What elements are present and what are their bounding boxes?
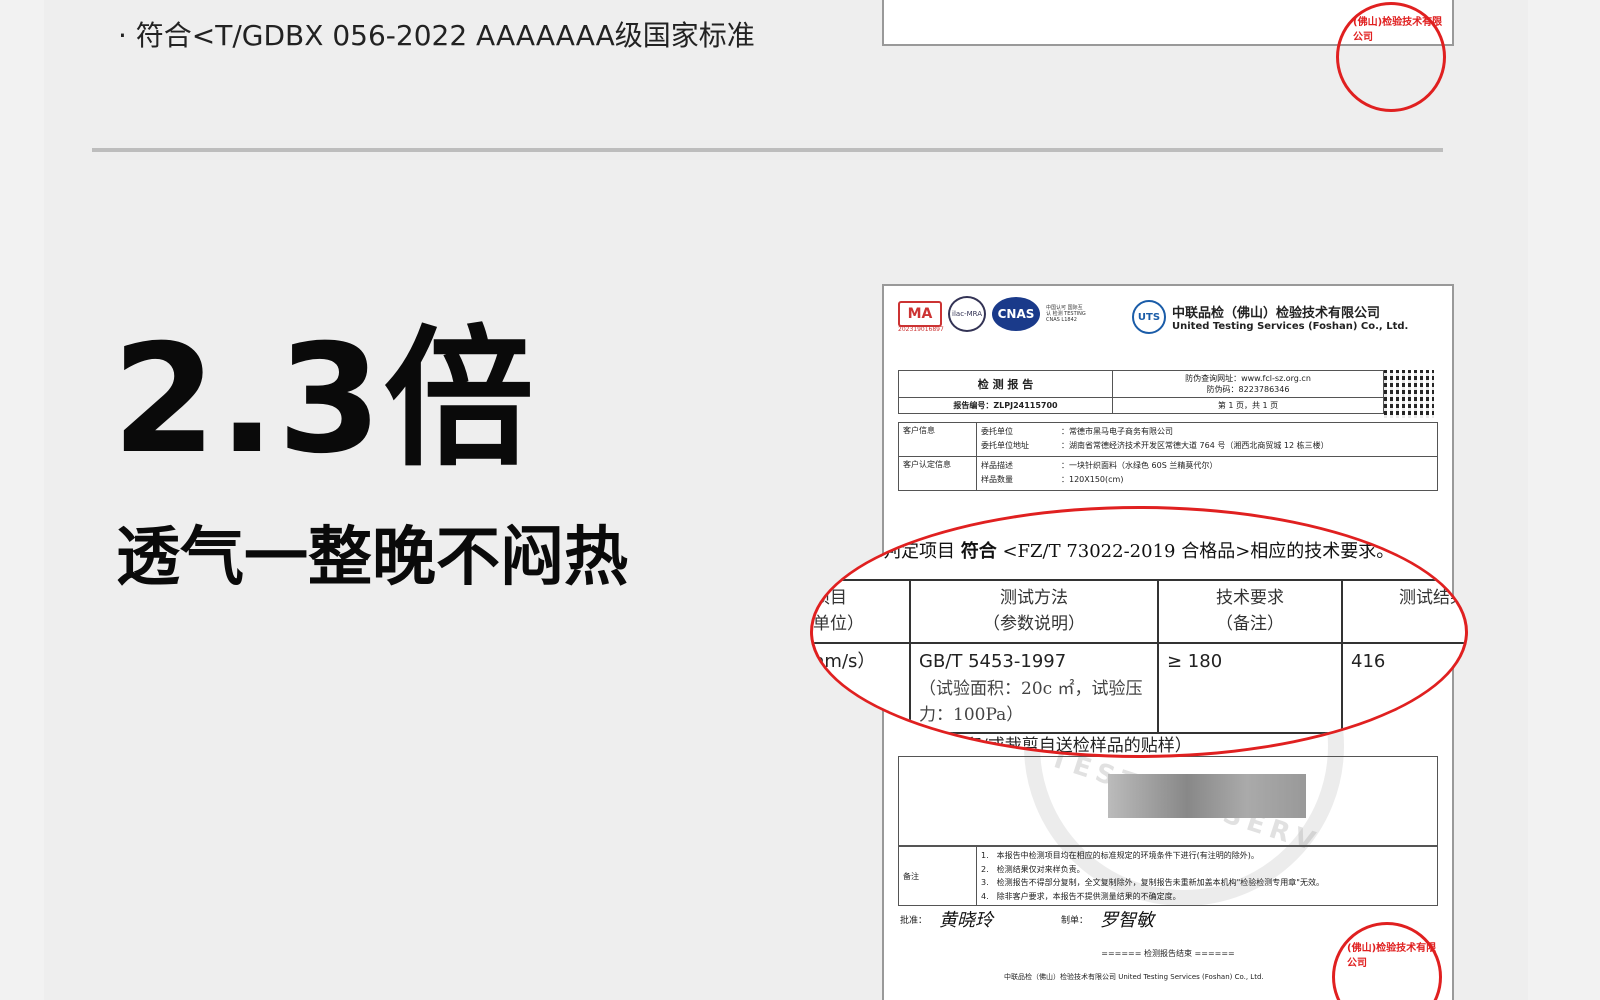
col-item: 项目 (813, 588, 847, 608)
report-footer: 中联品检（佛山）检验技术有限公司 United Testing Services… (1004, 973, 1264, 981)
client-unit: ：常德市黑马电子商务有限公司 (1061, 427, 1173, 436)
stamp-icon: (佛山)检验技术有限公司 (1336, 2, 1446, 112)
signatures: 批准： 黄晓玲 制单： 罗智敏 (900, 906, 1154, 932)
sample-photo (1108, 774, 1306, 818)
section-divider (92, 148, 1443, 152)
headline: 2.3倍 (112, 313, 536, 487)
notes-label: 备注 (899, 847, 977, 906)
page-info: 第 1 页，共 1 页 (1112, 397, 1384, 415)
col-method: 测试方法 (1000, 588, 1068, 608)
verify-code: 防伪码：8223786346 (1206, 385, 1290, 395)
company-header: UTS 中联品检（佛山）检验技术有限公司 United Testing Serv… (1132, 300, 1408, 334)
col-result: 测试结果 (1399, 588, 1467, 608)
sample-qty-label: 样品数量 (981, 475, 1013, 485)
zoom-result-table: 项目 单位） 测试方法 （参数说明） 技术要求 （备注） 测试结果 nm/s） … (813, 579, 1467, 735)
sample-desc-label: 样品描述 (981, 460, 1013, 470)
col-method-note: （参数说明） (983, 614, 1085, 635)
cma-number: 202319016897 (898, 326, 944, 333)
report-title: 检 测 报 告 (898, 369, 1113, 399)
client-addr: ：湖南省常德经济技术开发区常德大道 764 号（湘西北商贸城 12 栋三楼） (1061, 441, 1329, 451)
uts-logo-icon: UTS (1132, 300, 1166, 334)
maker-label: 制单： (1061, 915, 1089, 926)
maker-signature: 罗智敏 (1100, 910, 1155, 931)
client-unit-label: 委托单位 (981, 427, 1013, 436)
cnas-logo-icon: CNAS (992, 297, 1040, 331)
row-unit: nm/s） (813, 650, 876, 672)
verify-site: 防伪查询网址：www.fcl-sz.org.cn (1185, 374, 1311, 383)
sample-info-label: 客户认定信息 (899, 456, 977, 490)
report-header-table: 检 测 报 告 防伪查询网址：www.fcl-sz.org.cn 防伪码：822… (898, 369, 1384, 415)
note-item: 1. 本报告中检测项目均在相应的标准规定的环境条件下进行(有注明的除外)。 (981, 851, 1259, 860)
row-method-note: （试验面积：20c ㎡，试验压力：100Pa） (919, 678, 1143, 725)
standard-line: · 符合<T/GDBX 056-2022 AAAAAAA级国家标准 (118, 19, 755, 52)
note-item: 3. 检测报告不得部分复制，全文复制除外，复制报告未重新加盖本机构"检验检测专用… (981, 878, 1324, 888)
note-item: 2. 检测结果仅对来样负责。 (981, 864, 1085, 874)
company-name-cn: 中联品检（佛山）检验技术有限公司 (1172, 306, 1381, 321)
cnas-text: 中国认可 国际互认 检测 TESTING CNAS L1842 (1046, 305, 1086, 323)
notes: 备注 1. 本报告中检测项目均在相应的标准规定的环境条件下进行(有注明的除外)。… (898, 846, 1438, 907)
zoom-heading: 要求判定项目 符合 <FZ/T 73022-2019 合格品>相应的技术要求。 (847, 541, 1395, 562)
company-name-en: United Testing Services (Foshan) Co., Lt… (1172, 321, 1409, 332)
row-result: 416 (1351, 650, 1386, 672)
stamp-icon: (佛山)检验技术有限公司 (1332, 922, 1442, 1000)
client-info-label: 客户信息 (899, 423, 977, 456)
col-requirement-note: （备注） (1216, 614, 1284, 635)
approver-signature: 黄晓玲 (939, 910, 994, 931)
subheadline: 透气一整晚不闷热 (116, 521, 628, 595)
row-requirement: ≥ 180 (1167, 650, 1223, 672)
zoom-footnote: 品的照片呈现和/或裁剪自送检样品的贴样） (863, 736, 1192, 756)
report-number: 报告编号：ZLPJ24115700 (898, 397, 1113, 415)
conform-label: 符合 (960, 541, 997, 562)
sample-qty: ：120X150(cm) (1061, 475, 1124, 485)
cma-logo-icon: MA (898, 301, 942, 327)
col-requirement: 技术要求 (1216, 588, 1284, 608)
client-info: 客户信息 委托单位 ：常德市黑马电子商务有限公司 委托单位地址 ：湖南省常德经济技术… (898, 422, 1438, 491)
approver-label: 批准： (900, 915, 928, 926)
col-item-unit: 单位） (813, 614, 864, 635)
row-method: GB/T 5453-1997 (919, 650, 1067, 672)
sample-desc: ：一块针织面料（水绿色 60S 兰精莫代尔） (1061, 460, 1218, 470)
zoom-callout: 要求判定项目 符合 <FZ/T 73022-2019 合格品>相应的技术要求。 … (810, 506, 1468, 758)
previous-report-fragment: (佛山)检验技术有限公司 (882, 0, 1454, 112)
client-addr-label: 委托单位地址 (981, 441, 1029, 451)
ilac-logo-icon: ilac-MRA (948, 296, 986, 332)
note-item: 4. 除非客户要求，本报告不提供测量结果的不确定度。 (981, 891, 1181, 901)
